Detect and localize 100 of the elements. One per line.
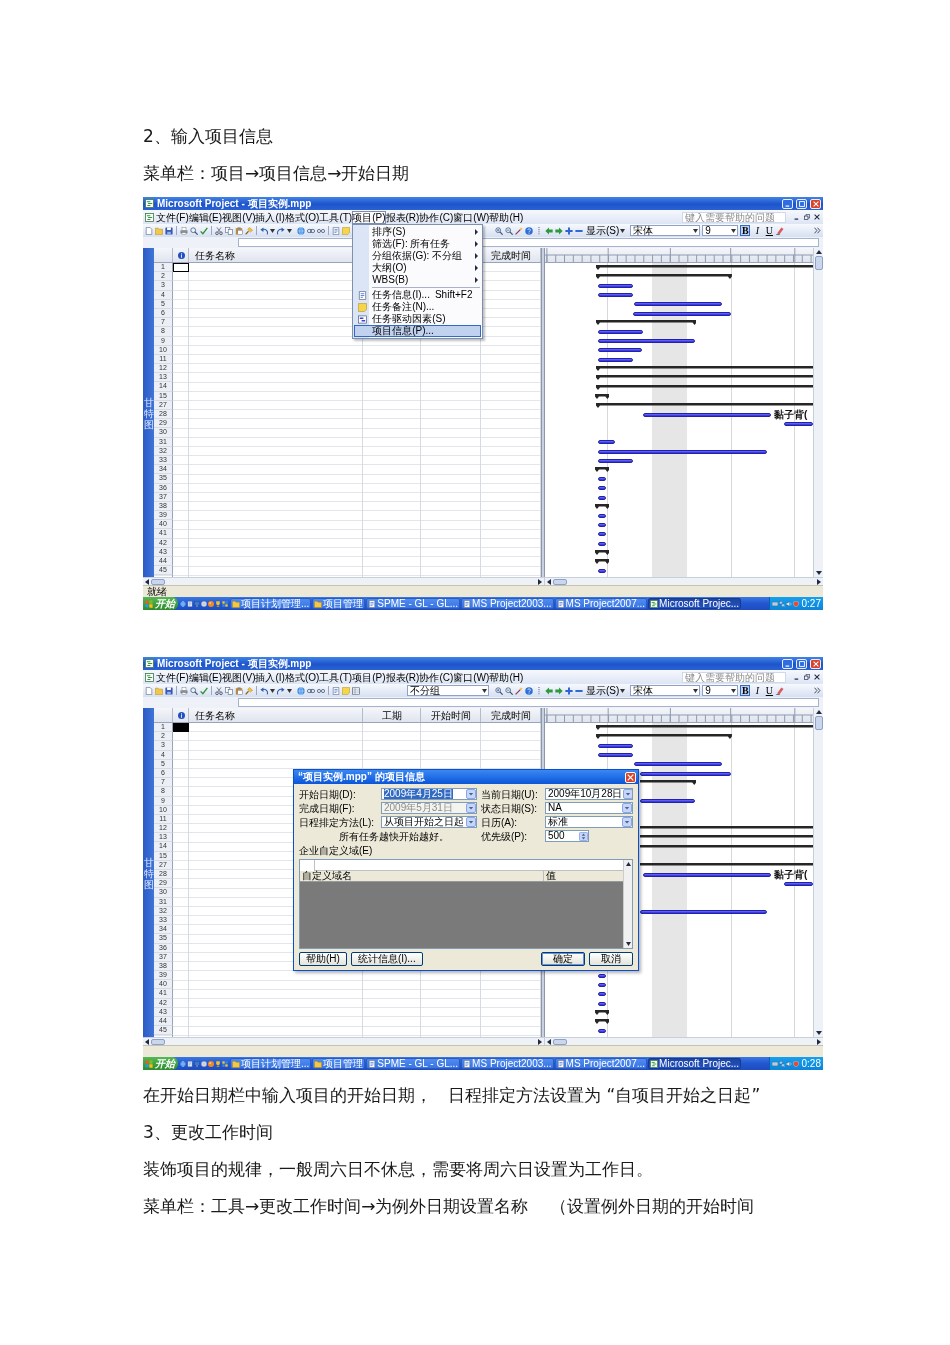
menu-bar-item[interactable]: 格式(O) [284,670,320,684]
menu-bar-item[interactable]: 协作(C) [419,210,454,224]
arrow-left-icon[interactable] [545,226,553,235]
close-icon[interactable] [814,214,820,220]
dropdown-field[interactable]: 标准 [545,816,633,828]
scroll-up-icon[interactable] [815,710,822,714]
font-size-dropdown[interactable]: 9 [702,225,739,236]
copy-icon[interactable] [225,686,233,695]
menu-bar-item[interactable]: 插入(I) [255,670,285,684]
checkmark-icon[interactable] [200,226,208,235]
sphere-icon[interactable] [208,1060,214,1067]
horizontal-scrollbar[interactable] [545,1037,823,1045]
table-icon[interactable] [352,686,360,695]
menu-bar-item[interactable]: 工具(T) [319,210,353,224]
menu-bar-item[interactable]: 视图(V) [222,210,256,224]
group-dropdown[interactable]: 不分组 [407,685,489,696]
entry-field[interactable] [238,698,819,707]
arrow-right-icon[interactable] [555,686,563,695]
horizontal-scrollbar[interactable] [143,577,545,585]
scroll-left-icon[interactable] [547,1038,551,1045]
column-header[interactable]: 工期 [382,709,402,721]
clipboard-icon[interactable] [235,686,243,695]
vertical-scrollbar[interactable] [623,860,632,948]
menu-bar-item[interactable]: 报表(R) [385,670,420,684]
column-header[interactable]: 完成时间 [491,249,531,261]
show-menu-button[interactable]: 显示(S) [585,225,627,236]
plus-icon[interactable] [565,686,573,695]
keyboard-icon[interactable] [771,1060,778,1067]
scroll-thumb[interactable] [151,1038,165,1045]
globe-icon[interactable] [180,600,186,607]
menu-bar-item[interactable]: 编辑(E) [188,210,223,224]
menu-item[interactable]: 项目信息(P)... [354,325,482,337]
close-button[interactable] [810,198,821,209]
help-question-field[interactable]: 键入需要帮助的问题 [682,211,786,223]
arrow-left-icon[interactable] [545,686,553,695]
grip-icon[interactable] [535,686,543,695]
font-dropdown[interactable]: 宋体 [630,685,701,696]
wand-icon[interactable] [515,686,523,695]
column-header[interactable]: 任务名称 [195,249,235,261]
maximize-button[interactable] [796,198,807,209]
undo-icon[interactable] [260,226,268,235]
taskbar-button[interactable]: 项目计划管理... [230,598,312,609]
restore-icon[interactable] [804,674,810,680]
taskbar-button[interactable]: Microsoft Projec... [648,1058,742,1069]
globe-icon[interactable] [180,1060,186,1067]
scroll-down-icon[interactable] [815,571,822,575]
menu-bar-item[interactable]: 工具(T) [319,670,353,684]
horizontal-scrollbar[interactable] [545,577,823,585]
dialog-button[interactable]: 取消 [589,952,633,966]
help-icon[interactable] [525,686,533,695]
column-header[interactable]: 任务名称 [195,709,235,721]
caret-icon[interactable] [270,228,275,233]
dropdown-field[interactable]: 从项目开始之日起 [381,816,477,828]
help-question-field[interactable]: 键入需要帮助的问题 [682,671,786,683]
menu-bar-item[interactable]: 文件(F) [156,670,189,684]
checkmark-icon[interactable] [200,686,208,695]
caret-icon[interactable] [270,688,275,693]
format-button[interactable]: I [752,225,763,236]
dropdown-field[interactable]: 2009年10月28日 [545,788,633,800]
sheet-icon[interactable] [332,686,340,695]
zoom-out-icon[interactable] [505,686,513,695]
format-button[interactable]: I [752,685,763,696]
sheet-icon[interactable] [187,1060,193,1067]
menu-item[interactable]: 任务驱动因素(S) [354,313,482,325]
menu-bar-item[interactable]: 窗口(W) [453,210,490,224]
close-button[interactable] [810,658,821,669]
scroll-thumb[interactable] [814,716,823,730]
scroll-left-icon[interactable] [145,1038,149,1045]
magnifier-icon[interactable] [190,686,198,695]
broken-link-icon[interactable] [317,226,325,235]
zoom-in-icon[interactable] [495,686,503,695]
scroll-thumb[interactable] [814,256,823,270]
scissors-icon[interactable] [215,686,223,695]
undo-icon[interactable] [260,686,268,695]
taskbar-button[interactable]: MS Project2003... [461,1058,554,1069]
scroll-thumb[interactable] [553,578,567,585]
gantt-sheet-icon[interactable] [145,212,154,222]
trophy-icon[interactable] [215,600,221,607]
menu-bar-item[interactable]: 帮助(H) [489,670,524,684]
printer-icon[interactable] [180,226,188,235]
grip-icon[interactable] [535,226,543,235]
squares-icon[interactable] [222,600,228,607]
view-bar-label[interactable]: 甘特图 [143,397,154,430]
menu-item[interactable]: WBS(B) [354,274,482,286]
show-menu-button[interactable]: 显示(S) [585,685,627,696]
globe-icon[interactable] [297,686,305,695]
taskbar-button[interactable]: 项目管理 [312,1058,366,1069]
menu-bar-item[interactable]: 协作(C) [419,670,454,684]
dialog-button[interactable]: 统计信息(I)... [350,952,423,966]
menu-item[interactable]: 分组依据(G): 不分组 [354,250,482,262]
sheet-icon[interactable] [187,600,193,607]
dialog-button[interactable]: 确定 [541,952,585,966]
scroll-thumb[interactable] [553,1038,567,1045]
vertical-scrollbar[interactable] [813,248,823,577]
format-button[interactable]: U [764,225,775,236]
squares-icon[interactable] [222,1060,228,1067]
taskbar-button[interactable]: Microsoft Projec... [648,598,742,609]
broken-link-icon[interactable] [317,686,325,695]
menu-bar-item[interactable]: 文件(F) [156,210,189,224]
plus-icon[interactable] [565,226,573,235]
